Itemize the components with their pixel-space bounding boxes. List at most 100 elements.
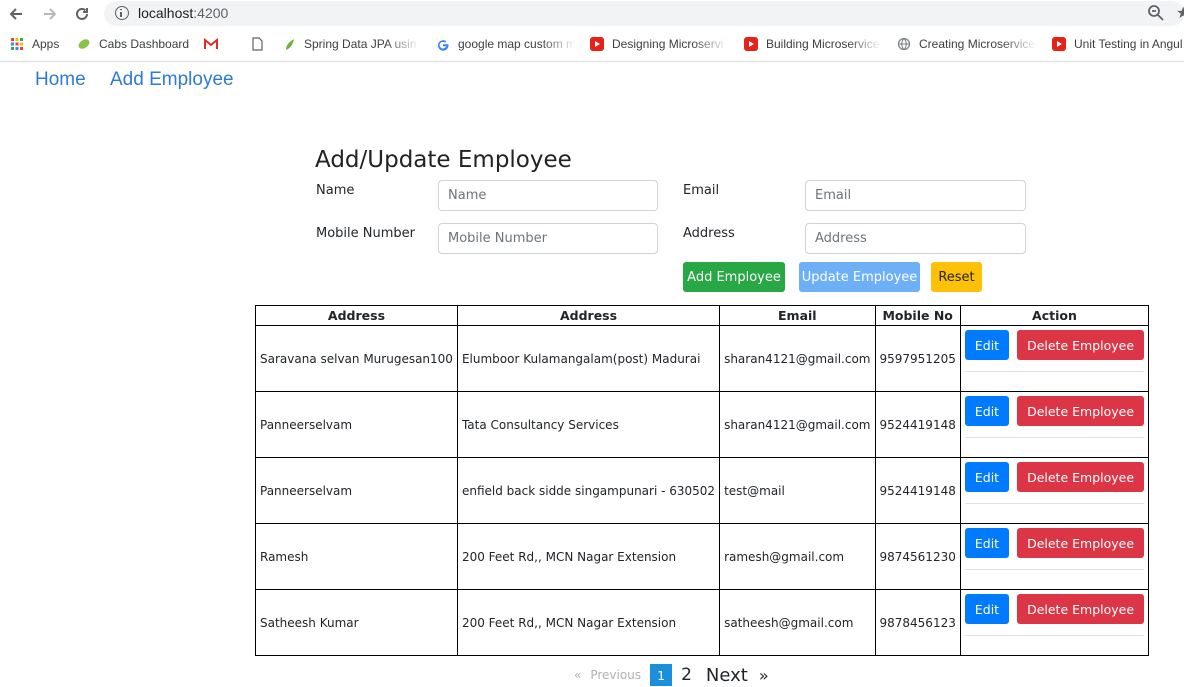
gmail-icon xyxy=(204,37,218,49)
chrome-divider xyxy=(0,61,1184,62)
delete-employee-button[interactable]: Delete Employee xyxy=(1017,528,1145,558)
bookmark-building-microservices[interactable]: Building Microservice xyxy=(744,37,882,51)
cell-email: test@mail xyxy=(719,457,876,524)
cell-address: 200 Feet Rd,, MCN Nagar Extension xyxy=(456,523,721,590)
reload-icon xyxy=(76,7,88,20)
browser-toolbar: localhost:4200 ★ xyxy=(0,0,1184,28)
cell-email: sharan4121@gmail.com xyxy=(719,391,876,458)
edit-button[interactable]: Edit xyxy=(964,396,1010,426)
cell-actions: Edit Delete Employee xyxy=(959,589,1150,656)
url-text: localhost:4200 xyxy=(138,5,228,21)
table-row: Ramesh 200 Feet Rd,, MCN Nagar Extension… xyxy=(255,523,1150,590)
table-row: Panneerselvam enfield back sidde singamp… xyxy=(255,457,1150,524)
nav-add-employee-link[interactable]: Add Employee xyxy=(110,69,234,91)
bookmark-spring-data-jpa[interactable]: Spring Data JPA usin xyxy=(282,37,420,51)
youtube-icon xyxy=(590,37,604,51)
action-divider xyxy=(964,569,1145,570)
edit-button[interactable]: Edit xyxy=(964,462,1010,492)
site-info-icon[interactable] xyxy=(115,6,129,20)
page-2-link[interactable]: 2 xyxy=(681,665,692,685)
action-buttons: Edit Delete Employee xyxy=(964,462,1145,492)
address-bar[interactable]: localhost:4200 xyxy=(104,1,1184,26)
column-header: Action xyxy=(959,305,1150,326)
action-buttons: Edit Delete Employee xyxy=(964,528,1145,558)
column-header: Mobile No xyxy=(874,305,961,326)
action-buttons: Edit Delete Employee xyxy=(964,594,1145,624)
bookmark-star-icon[interactable]: ★ xyxy=(1176,3,1184,23)
reset-button[interactable]: Reset xyxy=(931,262,982,292)
bookmark-label: Designing Microservi xyxy=(612,37,724,51)
url-port: :4200 xyxy=(193,5,229,21)
bookmark-gmail[interactable] xyxy=(204,37,226,51)
cell-mobile: 9878456123 xyxy=(874,589,961,656)
mobile-number-input[interactable] xyxy=(438,223,658,254)
cell-actions: Edit Delete Employee xyxy=(959,523,1150,590)
spring-icon xyxy=(286,39,294,50)
column-header: Address xyxy=(456,305,721,326)
globe-icon xyxy=(897,37,911,51)
table-header-row: Address Address Email Mobile No Action xyxy=(255,305,1150,326)
delete-employee-button[interactable]: Delete Employee xyxy=(1017,396,1145,426)
document-icon xyxy=(252,37,263,51)
action-buttons: Edit Delete Employee xyxy=(964,396,1145,426)
cell-mobile: 9524419148 xyxy=(874,391,961,458)
cell-mobile: 9874561230 xyxy=(874,523,961,590)
page-1-current[interactable]: 1 xyxy=(650,664,673,686)
edit-button[interactable]: Edit xyxy=(964,330,1010,360)
google-icon xyxy=(437,40,449,51)
back-button[interactable] xyxy=(6,4,26,24)
back-arrow-icon xyxy=(9,8,22,20)
bookmark-designing-microservices[interactable]: Designing Microservi xyxy=(590,37,728,51)
bookmarks-bar: Apps Cabs Dashboard Spring Data JPA usin… xyxy=(0,33,1184,57)
table-row: Saravana selvan Murugesan100 Elumboor Ku… xyxy=(255,325,1150,392)
bookmark-document[interactable] xyxy=(250,37,272,51)
name-input[interactable] xyxy=(438,180,658,211)
email-label: Email xyxy=(683,183,720,198)
zoom-icon[interactable] xyxy=(1147,4,1165,22)
address-label: Address xyxy=(683,226,735,241)
cell-address: Elumboor Kulamangalam(post) Madurai xyxy=(456,325,721,392)
bookmark-creating-microservice[interactable]: Creating Microservice xyxy=(897,37,1037,51)
action-buttons: Edit Delete Employee xyxy=(964,330,1145,360)
bookmark-google-map[interactable]: google map custom m xyxy=(436,37,576,51)
update-employee-button[interactable]: Update Employee xyxy=(799,262,920,292)
forward-button[interactable] xyxy=(40,4,60,24)
bookmark-label: Creating Microservice xyxy=(919,37,1036,51)
cell-actions: Edit Delete Employee xyxy=(959,391,1150,458)
form-title: Add/Update Employee xyxy=(315,147,572,173)
delete-employee-button[interactable]: Delete Employee xyxy=(1017,462,1145,492)
apps-grid-icon xyxy=(11,38,23,50)
column-header: Email xyxy=(719,305,876,326)
email-input[interactable] xyxy=(805,180,1026,211)
employee-table: Address Address Email Mobile No Action S… xyxy=(255,305,1150,656)
nav-home-link[interactable]: Home xyxy=(35,69,86,91)
address-input[interactable] xyxy=(805,223,1026,254)
column-header: Address xyxy=(255,305,458,326)
action-divider xyxy=(964,503,1145,504)
cell-email: satheesh@gmail.com xyxy=(719,589,876,656)
bookmark-unit-testing-angular[interactable]: Unit Testing in Angul xyxy=(1052,37,1184,51)
bookmark-label: Apps xyxy=(32,37,60,51)
name-label: Name xyxy=(316,183,355,198)
cell-name: Satheesh Kumar xyxy=(255,589,458,656)
cell-address: 200 Feet Rd,, MCN Nagar Extension xyxy=(456,589,721,656)
cell-name: Panneerselvam xyxy=(255,391,458,458)
bookmark-label: Cabs Dashboard xyxy=(99,37,190,51)
table-row: Satheesh Kumar 200 Feet Rd,, MCN Nagar E… xyxy=(255,589,1150,656)
leaf-icon xyxy=(78,39,90,49)
delete-employee-button[interactable]: Delete Employee xyxy=(1017,594,1145,624)
cell-email: ramesh@gmail.com xyxy=(719,523,876,590)
bookmark-cabs-dashboard[interactable]: Cabs Dashboard xyxy=(77,37,189,51)
action-divider xyxy=(964,635,1145,636)
edit-button[interactable]: Edit xyxy=(964,528,1010,558)
next-arrow[interactable]: » xyxy=(759,666,769,685)
previous-page-link: Previous xyxy=(590,668,642,682)
youtube-icon xyxy=(1052,37,1066,51)
delete-employee-button[interactable]: Delete Employee xyxy=(1017,330,1145,360)
edit-button[interactable]: Edit xyxy=(964,594,1010,624)
cell-address: enfield back sidde singampunari - 630502 xyxy=(456,457,721,524)
next-page-link[interactable]: Next xyxy=(706,665,748,686)
reload-button[interactable] xyxy=(72,4,92,24)
bookmark-apps[interactable]: Apps xyxy=(10,37,59,51)
add-employee-button[interactable]: Add Employee xyxy=(683,262,785,292)
